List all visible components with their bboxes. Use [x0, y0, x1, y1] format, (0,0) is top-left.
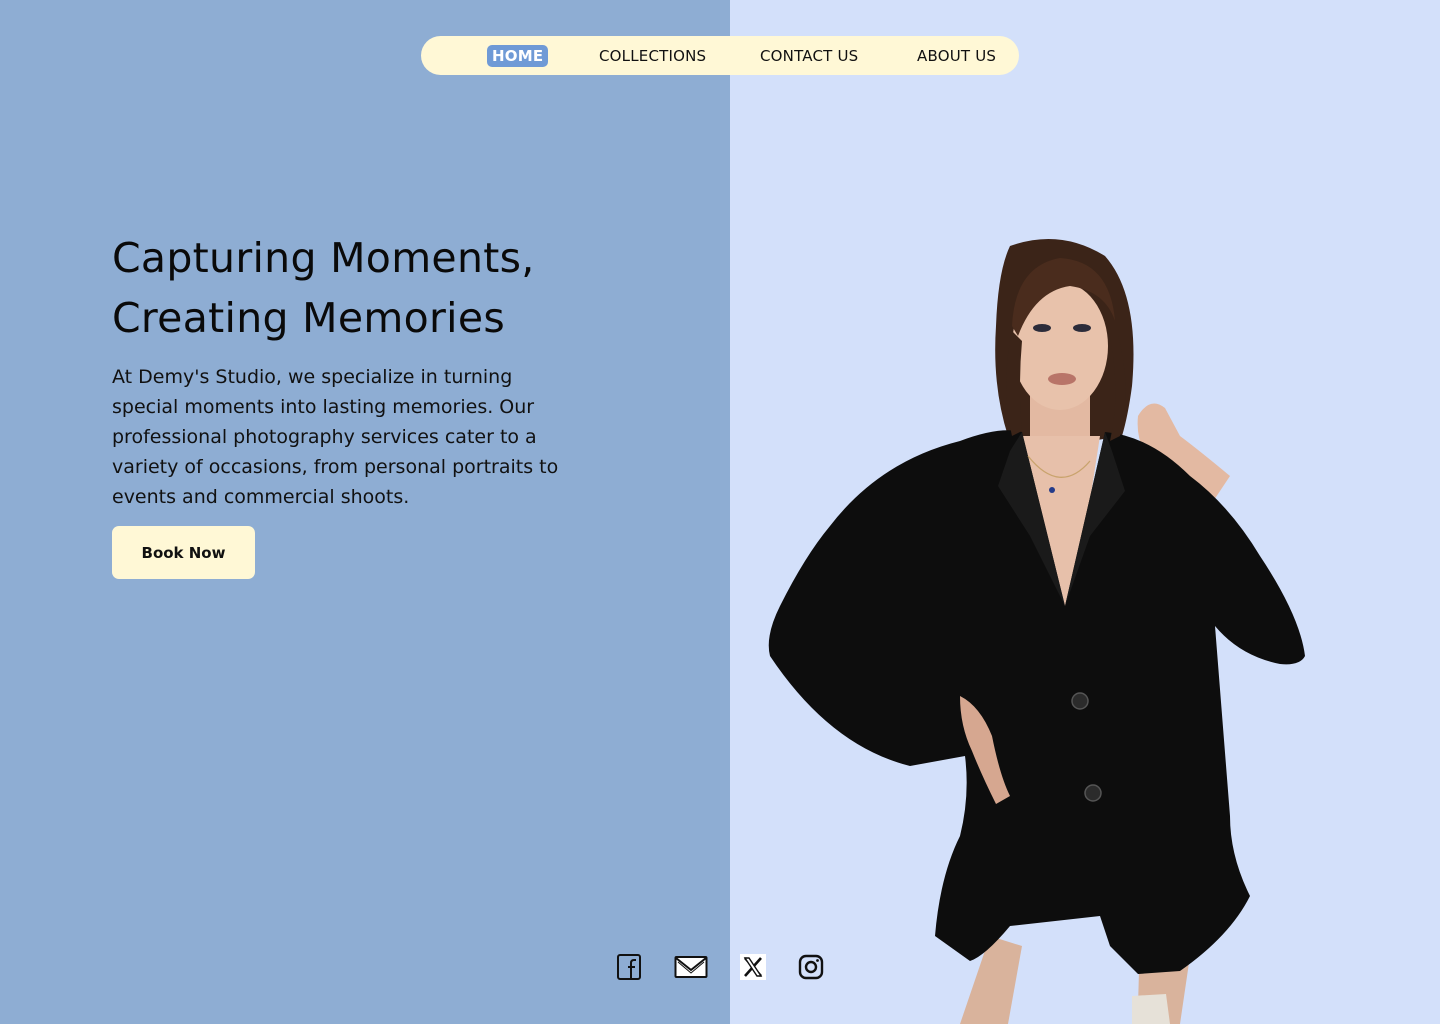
book-now-button[interactable]: Book Now	[112, 526, 255, 579]
facebook-icon[interactable]	[614, 952, 644, 982]
hero-title-line-2: Creating Memories	[112, 294, 505, 342]
nav-collections[interactable]: COLLECTIONS	[599, 47, 706, 65]
left-panel	[0, 0, 730, 1024]
nav-home[interactable]: HOME	[487, 44, 549, 67]
top-nav: HOME COLLECTIONS CONTACT US ABOUT US	[421, 36, 1019, 75]
hero-description: At Demy's Studio, we specialize in turni…	[112, 366, 559, 508]
model-photo	[768, 238, 1305, 1024]
nav-contact-us[interactable]: CONTACT US	[760, 47, 858, 65]
mail-icon[interactable]	[674, 952, 708, 982]
hero-title-line-1: Capturing Moments,	[112, 234, 535, 282]
nav-about-us[interactable]: ABOUT US	[917, 47, 996, 65]
hero-title: Capturing Moments, Creating Memories	[112, 228, 535, 348]
